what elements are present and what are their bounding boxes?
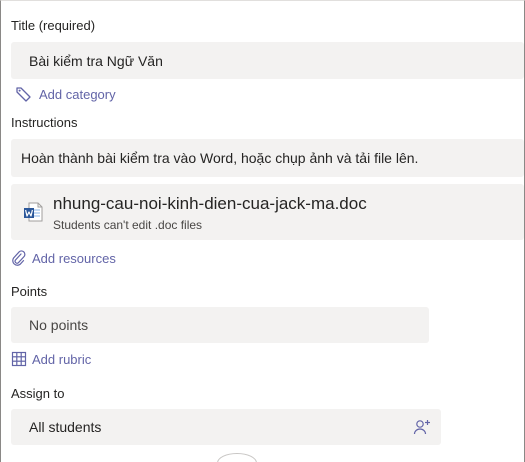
- add-rubric-label: Add rubric: [32, 351, 92, 367]
- attachment-filename: nhung-cau-noi-kinh-dien-cua-jack-ma.doc: [53, 194, 367, 213]
- add-rubric-link[interactable]: Add rubric: [11, 351, 91, 367]
- attachment-card[interactable]: nhung-cau-noi-kinh-dien-cua-jack-ma.doc …: [11, 184, 524, 240]
- partial-circle-decoration: [217, 453, 257, 462]
- instructions-label: Instructions: [11, 115, 78, 130]
- title-input-value: Bài kiểm tra Ngữ Văn: [29, 52, 163, 69]
- assignment-form: Title (required) Bài kiểm tra Ngữ Văn Ad…: [0, 0, 525, 462]
- add-category-label: Add category: [39, 86, 116, 102]
- tag-icon: [15, 86, 33, 102]
- points-input[interactable]: No points: [11, 307, 429, 343]
- title-input[interactable]: Bài kiểm tra Ngữ Văn: [11, 42, 524, 79]
- attachment-note: Students can't edit .doc files: [53, 218, 203, 232]
- points-input-value: No points: [29, 317, 89, 333]
- assign-to-input-value: All students: [29, 419, 102, 435]
- assign-to-label: Assign to: [11, 386, 65, 401]
- paperclip-icon: [11, 250, 26, 266]
- points-label: Points: [11, 284, 48, 299]
- add-resources-label: Add resources: [32, 250, 116, 266]
- instructions-input[interactable]: Hoàn thành bài kiểm tra vào Word, hoặc c…: [11, 139, 524, 177]
- word-doc-icon: [23, 202, 43, 227]
- assign-to-input[interactable]: All students: [11, 409, 441, 445]
- add-person-icon[interactable]: [413, 418, 431, 439]
- add-category-link[interactable]: Add category: [15, 86, 116, 102]
- title-label: Title (required): [11, 18, 96, 33]
- add-resources-link[interactable]: Add resources: [11, 250, 116, 266]
- grid-icon: [11, 351, 27, 367]
- instructions-input-value: Hoàn thành bài kiểm tra vào Word, hoặc c…: [21, 150, 419, 166]
